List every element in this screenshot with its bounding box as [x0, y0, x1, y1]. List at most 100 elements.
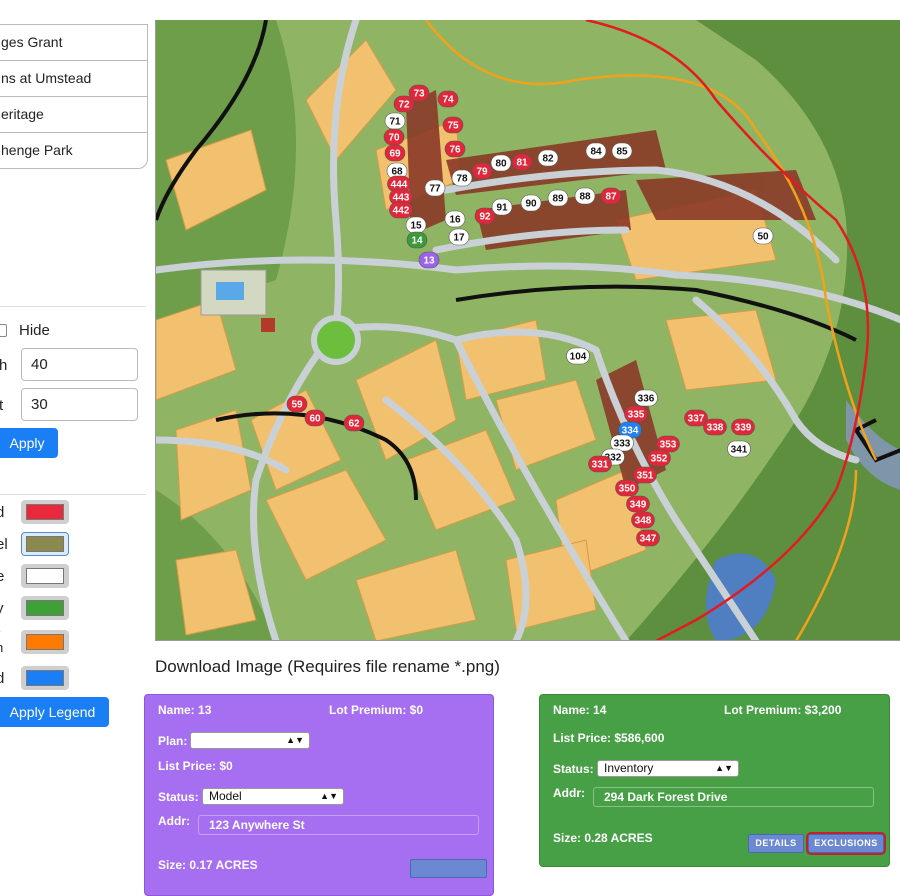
legend-color-picker[interactable]	[21, 532, 69, 556]
plan-select[interactable]: ▲▼	[190, 732, 310, 749]
lot-marker-79[interactable]: 79	[472, 163, 492, 179]
lot-marker-85[interactable]: 85	[612, 143, 632, 159]
legend-label: d	[0, 504, 4, 521]
lot-marker-16[interactable]: 16	[445, 211, 465, 227]
legend-swatch	[26, 634, 64, 650]
details-button[interactable]	[410, 859, 487, 878]
lot-marker-14[interactable]: 14	[407, 232, 427, 248]
lot-marker-350[interactable]: 350	[616, 480, 639, 496]
lot-marker-84[interactable]: 84	[586, 143, 606, 159]
lot-marker-69[interactable]: 69	[385, 145, 405, 161]
lot-marker-13[interactable]: 13	[419, 252, 439, 268]
plan-label: Plan:	[158, 734, 187, 748]
lot-marker-label: 17	[453, 233, 465, 244]
lot-marker-341[interactable]: 341	[728, 441, 751, 457]
lot-marker-50[interactable]: 50	[753, 228, 773, 244]
lot-marker-442[interactable]: 442	[390, 202, 413, 218]
lot-marker-label: 13	[423, 256, 435, 267]
site-map[interactable]: 7374727175707669687980818284854447877443…	[155, 20, 900, 641]
lot-marker-label: 72	[398, 100, 410, 111]
lot-marker-label: 15	[410, 221, 422, 232]
lot-marker-333[interactable]: 333	[611, 435, 634, 451]
lot-marker-78[interactable]: 78	[452, 170, 472, 186]
lot-marker-339[interactable]: 339	[732, 419, 755, 435]
community-item[interactable]: ns at Umstead	[0, 61, 147, 97]
select-arrows-icon: ▲▼	[320, 789, 338, 804]
community-item[interactable]: henge Park	[0, 133, 147, 168]
community-item[interactable]: eritage	[0, 97, 147, 133]
lot-marker-87[interactable]: 87	[601, 188, 621, 204]
lot-marker-label: 79	[476, 167, 488, 178]
lot-marker-label: 75	[447, 121, 459, 132]
lot-marker-72[interactable]: 72	[394, 96, 414, 112]
lot-marker-77[interactable]: 77	[425, 180, 445, 196]
lot-marker-351[interactable]: 351	[634, 467, 657, 483]
lot-marker-label: 81	[516, 158, 528, 169]
lot-marker-338[interactable]: 338	[704, 419, 727, 435]
status-select[interactable]: Inventory▲▼	[597, 760, 739, 777]
lot-marker-88[interactable]: 88	[575, 188, 595, 204]
lot-marker-348[interactable]: 348	[632, 512, 655, 528]
hide-checkbox[interactable]	[0, 324, 7, 337]
lot-marker-336[interactable]: 336	[635, 390, 658, 406]
lot-marker-62[interactable]: 62	[344, 415, 364, 431]
lot-card-14: Name: 14 Lot Premium: $3,200 List Price:…	[539, 694, 890, 867]
lot-marker-label: 62	[348, 419, 360, 430]
lot-marker-label: 339	[735, 423, 752, 434]
lot-marker-70[interactable]: 70	[384, 129, 404, 145]
addr-field[interactable]: 123 Anywhere St	[198, 815, 479, 835]
legend-color-picker[interactable]	[21, 630, 69, 654]
lot-marker-59[interactable]: 59	[287, 396, 307, 412]
community-item[interactable]: ges Grant	[0, 25, 147, 61]
status-select[interactable]: Model▲▼	[202, 788, 344, 805]
field-b-input[interactable]: 30	[21, 388, 138, 421]
lot-marker-76[interactable]: 76	[445, 141, 465, 157]
lot-marker-label: 88	[579, 192, 591, 203]
lot-marker-92[interactable]: 92	[475, 208, 495, 224]
lot-marker-91[interactable]: 91	[492, 199, 512, 215]
lot-marker-label: 91	[496, 203, 508, 214]
lot-marker-82[interactable]: 82	[538, 150, 558, 166]
field-a-input[interactable]: 40	[21, 348, 138, 381]
lot-marker-71[interactable]: 71	[385, 113, 405, 129]
lot-marker-label: 71	[389, 117, 401, 128]
lot-marker-347[interactable]: 347	[637, 530, 660, 546]
lot-marker-335[interactable]: 335	[625, 406, 648, 422]
status-label: Status:	[553, 762, 594, 776]
lot-marker-74[interactable]: 74	[438, 91, 458, 107]
lot-marker-label: 74	[442, 95, 454, 106]
lot-marker-label: 14	[411, 236, 423, 247]
apply-legend-button[interactable]: Apply Legend	[0, 697, 109, 727]
lot-marker-353[interactable]: 353	[657, 436, 680, 452]
lot-marker-349[interactable]: 349	[627, 496, 650, 512]
site-map-canvas: 7374727175707669687980818284854447877443…	[156, 20, 900, 641]
legend-color-picker[interactable]	[21, 564, 69, 588]
legend-color-picker[interactable]	[21, 500, 69, 524]
download-image-link[interactable]: Download Image (Requires file rename *.p…	[155, 657, 500, 677]
lot-marker-90[interactable]: 90	[521, 195, 541, 211]
lot-marker-75[interactable]: 75	[443, 117, 463, 133]
lot-marker-352[interactable]: 352	[648, 450, 671, 466]
legend-color-picker[interactable]	[21, 596, 69, 620]
legend-label: y	[0, 600, 4, 617]
lot-marker-label: 333	[614, 439, 631, 450]
lot-marker-331[interactable]: 331	[589, 456, 612, 472]
legend-color-picker[interactable]	[21, 666, 69, 690]
lot-marker-81[interactable]: 81	[512, 154, 532, 170]
lot-marker-15[interactable]: 15	[406, 217, 426, 233]
lot-marker-label: 50	[757, 232, 769, 243]
lot-marker-17[interactable]: 17	[449, 229, 469, 245]
lot-marker-89[interactable]: 89	[548, 190, 568, 206]
apply-button[interactable]: Apply	[0, 428, 58, 458]
legend-swatch	[26, 504, 64, 520]
exclusions-button[interactable]: EXCLUSIONS	[808, 834, 884, 853]
lot-marker-60[interactable]: 60	[305, 410, 325, 426]
lot-marker-label: 76	[449, 145, 461, 156]
details-button[interactable]: DETAILS	[748, 834, 804, 853]
lot-marker-80[interactable]: 80	[491, 155, 511, 171]
addr-field[interactable]: 294 Dark Forest Drive	[593, 787, 874, 807]
lot-marker-label: 70	[388, 133, 400, 144]
legend-label: el	[0, 536, 8, 553]
lot-marker-104[interactable]: 104	[567, 348, 590, 364]
status-label: Status:	[158, 790, 199, 804]
